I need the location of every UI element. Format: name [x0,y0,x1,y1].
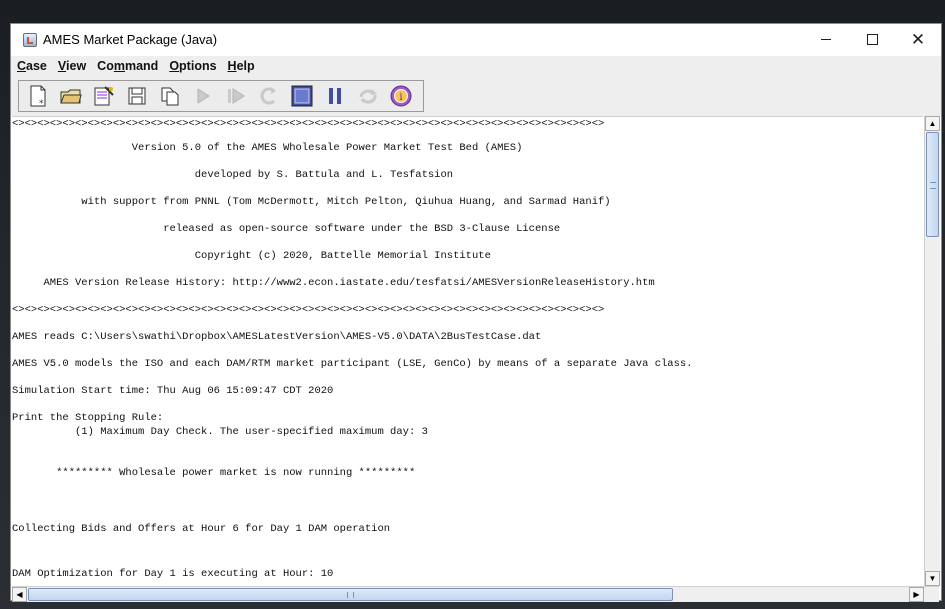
open-case-button[interactable] [56,82,86,110]
log-line: released as open-source software under t… [12,223,561,235]
log-line: Version 5.0 of the AMES Wholesale Power … [12,142,523,154]
menu-view[interactable]: View [58,59,86,73]
menu-bar: Case View Command Options Help [11,56,941,76]
info-icon: i [390,85,412,107]
arrow-up-icon: ▲ [928,119,937,128]
repeat-icon [359,89,377,104]
menu-help[interactable]: Help [228,59,255,73]
arrow-down-icon: ▼ [928,574,937,583]
arrow-right-icon: ▶ [913,590,920,599]
log-line: Copyright (c) 2020, Battelle Memorial In… [12,250,491,262]
scroll-right-button[interactable]: ▶ [909,587,924,602]
java-app-icon [23,33,37,47]
vertical-scroll-thumb[interactable] [926,132,939,237]
log-line: <><><><><><><><><><><><><><><><><><><><>… [12,118,605,130]
new-case-button[interactable]: * [23,82,53,110]
restart-button[interactable] [254,82,284,110]
scroll-left-button[interactable]: ◀ [12,587,27,602]
scroll-corner [924,587,939,602]
log-line: Print the Stopping Rule: [12,412,164,424]
log-line: <><><><><><><><><><><><><><><><><><><><>… [12,304,605,316]
log-line: AMES reads C:\Users\swathi\Dropbox\AMESL… [12,331,542,343]
maximize-icon [866,34,878,45]
log-line: DAM Optimization for Day 1 is executing … [12,568,334,580]
step-forward-icon [228,88,245,104]
copy-button[interactable] [155,82,185,110]
close-icon: ✕ [910,29,926,49]
menu-options[interactable]: Options [169,59,216,73]
log-line: (1) Maximum Day Check. The user-specifie… [12,426,428,438]
output-console[interactable]: <><><><><><><><><><><><><><><><><><><><>… [12,116,923,587]
window-title: AMES Market Package (Java) [43,32,218,47]
toolbar-button-group: * i [18,80,424,112]
horizontal-scrollbar[interactable]: ◀ ▶ [12,586,939,602]
vertical-scrollbar[interactable]: ▲ ▼ [924,116,940,586]
svg-text:i: i [399,92,402,103]
toolbar: * i [11,76,941,116]
save-icon [128,87,146,105]
close-button[interactable]: ✕ [895,24,941,55]
scroll-down-button[interactable]: ▼ [925,571,940,586]
case-wizard-button[interactable] [89,82,119,110]
log-line: AMES Version Release History: http://www… [12,277,655,289]
play-icon [197,88,210,104]
app-window: AMES Market Package (Java) ✕ Case View C… [10,23,942,602]
log-line: AMES V5.0 models the ISO and each DAM/RT… [12,358,693,370]
run-button[interactable] [188,82,218,110]
log-line: Simulation Start time: Thu Aug 06 15:09:… [12,385,334,397]
svg-text:*: * [39,99,44,107]
horizontal-scroll-thumb[interactable] [28,588,673,601]
log-line: with support from PNNL (Tom McDermott, M… [12,196,611,208]
save-case-button[interactable] [122,82,152,110]
arrow-left-icon: ◀ [16,590,23,599]
log-text: <><><><><><><><><><><><><><><><><><><><>… [12,117,923,580]
restart-icon [260,87,276,105]
step-button[interactable] [221,82,251,110]
stop-icon [291,85,313,107]
scroll-up-button[interactable]: ▲ [925,116,940,131]
menu-command[interactable]: Command [97,59,158,73]
pause-icon [329,88,341,104]
maximize-button[interactable] [849,24,895,55]
copy-icon [161,87,179,106]
log-line: ********* Wholesale power market is now … [12,467,416,479]
wizard-icon [94,86,114,106]
title-bar: AMES Market Package (Java) ✕ [11,24,941,56]
log-line: developed by S. Battula and L. Tesfatsio… [12,169,454,181]
minimize-icon [821,39,831,40]
grip-icon [347,592,354,598]
open-folder-icon [60,89,82,104]
menu-case[interactable]: Case [17,59,47,73]
log-line: Collecting Bids and Offers at Hour 6 for… [12,523,391,535]
minimize-button[interactable] [803,24,849,55]
about-button[interactable]: i [386,82,416,110]
grip-icon [930,182,936,189]
pause-button[interactable] [320,82,350,110]
repeat-button[interactable] [353,82,383,110]
new-document-icon: * [30,85,46,107]
stop-button[interactable] [287,82,317,110]
